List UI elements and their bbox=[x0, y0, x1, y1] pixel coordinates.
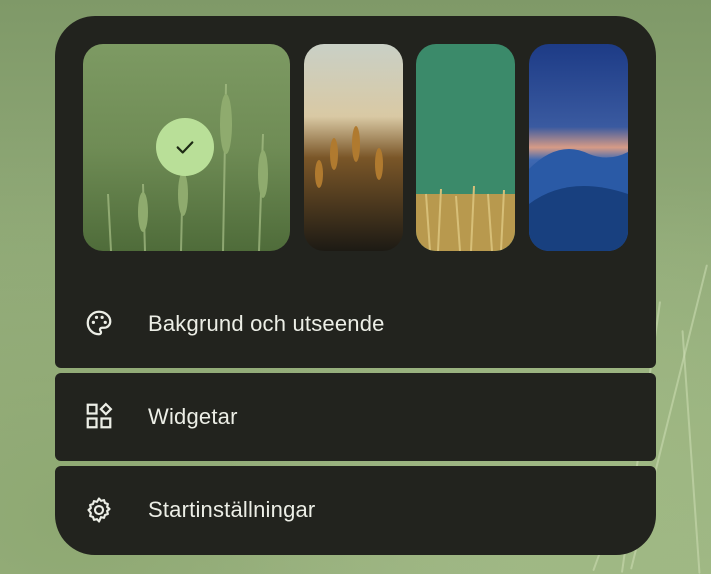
widgets-icon bbox=[82, 399, 116, 433]
menu-item-label: Startinställningar bbox=[148, 497, 316, 522]
menu-item-home-settings[interactable] bbox=[55, 466, 656, 555]
wallpaper-thumbnail-wheat-teal[interactable] bbox=[416, 44, 515, 251]
menu-item-label: Widgetar bbox=[148, 404, 238, 429]
wallpaper-thumbnail-wheat-sunset[interactable] bbox=[304, 44, 403, 251]
checkmark-icon bbox=[176, 141, 194, 154]
gear-icon bbox=[82, 493, 116, 527]
selected-check-badge bbox=[156, 118, 214, 176]
palette-icon bbox=[82, 306, 116, 340]
menu-item-label: Bakgrund och utseende bbox=[148, 311, 385, 336]
wallpaper-thumbnail-desert-dunes-night[interactable] bbox=[529, 44, 628, 251]
menu-item-widgets[interactable] bbox=[55, 373, 656, 461]
